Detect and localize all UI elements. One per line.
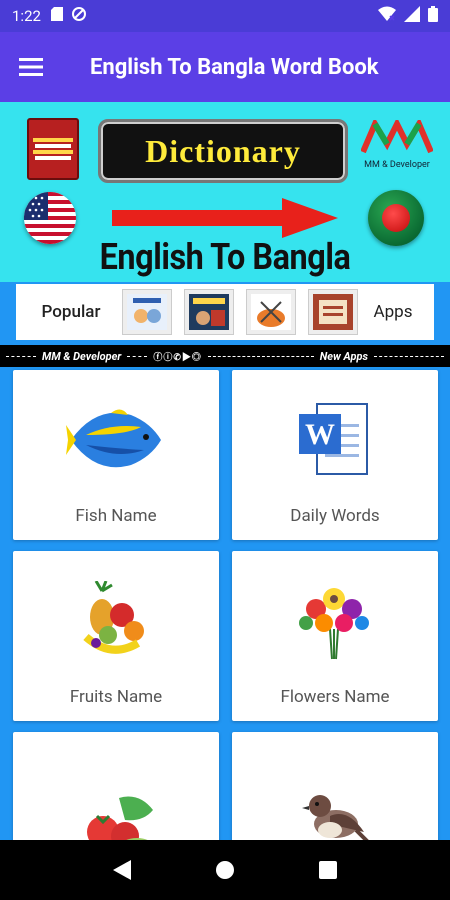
- battery-icon: [428, 6, 438, 26]
- app-title: English To Bangla Word Book: [90, 54, 379, 80]
- card-label: Fruits Name: [69, 687, 163, 707]
- flowers-icon: [299, 588, 369, 660]
- apps-label: Apps: [373, 302, 413, 322]
- fruits-icon: [83, 581, 144, 654]
- bird-icon: [302, 795, 369, 840]
- card-label: Flowers Name: [280, 687, 390, 707]
- ticker-right-text: New Apps: [319, 349, 368, 363]
- svg-text:W: W: [305, 418, 335, 451]
- social-icons: ⓕⓘ✆▶◎: [153, 352, 202, 363]
- wifi-icon: [378, 6, 396, 26]
- ticker-left-text: MM & Developer: [42, 349, 122, 363]
- mm-developer-logo: MM & Developer: [358, 117, 436, 180]
- word-document-icon: W: [299, 403, 368, 475]
- app-bar: English To Bangla Word Book: [0, 32, 450, 102]
- status-bar: 1:22: [0, 0, 450, 32]
- popular-app-2-icon[interactable]: [184, 289, 234, 335]
- home-circle-icon: [215, 861, 234, 879]
- popular-app-4-icon[interactable]: [308, 289, 358, 335]
- brand-text: MM & Developer: [364, 160, 430, 170]
- category-grid: Fish Name W Daily Words Fruits Name Flow…: [0, 367, 450, 840]
- menu-button[interactable]: [0, 32, 62, 102]
- category-card-fruits[interactable]: Fruits Name: [13, 551, 219, 721]
- category-card-fish[interactable]: Fish Name: [13, 370, 219, 540]
- dictionary-text: Dictionary: [145, 132, 301, 169]
- category-card-flowers[interactable]: Flowers Name: [232, 551, 438, 721]
- category-card-birds[interactable]: [232, 732, 438, 840]
- data-saver-icon: [71, 6, 87, 26]
- system-nav-bar: [0, 840, 450, 900]
- recents-square-icon: [319, 861, 338, 879]
- popular-label: Popular: [41, 302, 101, 322]
- banner[interactable]: Dictionary MM & Developer English To Ban…: [0, 102, 450, 282]
- dictionary-book-icon: [27, 118, 79, 180]
- card-label: Daily Words: [290, 506, 380, 526]
- vegetables-icon: [87, 796, 153, 840]
- card-label: Fish Name: [75, 506, 157, 526]
- recents-button[interactable]: [308, 850, 348, 890]
- banner-subtitle: English To Bangla: [99, 236, 351, 278]
- back-triangle-icon: [112, 860, 131, 880]
- back-button[interactable]: [102, 850, 142, 890]
- status-time: 1:22: [12, 7, 41, 25]
- ticker-strip: MM & Developer ⓕⓘ✆▶◎ New Apps: [0, 345, 450, 367]
- popular-app-3-icon[interactable]: [246, 289, 296, 335]
- popular-app-1-icon[interactable]: [122, 289, 172, 335]
- dictionary-sign: Dictionary: [98, 119, 348, 183]
- sd-card-icon: [50, 7, 63, 25]
- hamburger-menu-icon: [19, 58, 43, 76]
- category-card-daily-words[interactable]: W Daily Words: [232, 370, 438, 540]
- arrow-right-icon: [112, 198, 338, 238]
- category-card-vegetables[interactable]: [13, 732, 219, 840]
- popular-apps-strip[interactable]: Popular Apps: [16, 284, 434, 340]
- home-button[interactable]: [205, 850, 245, 890]
- fish-icon: [66, 409, 161, 468]
- signal-icon: [404, 6, 420, 26]
